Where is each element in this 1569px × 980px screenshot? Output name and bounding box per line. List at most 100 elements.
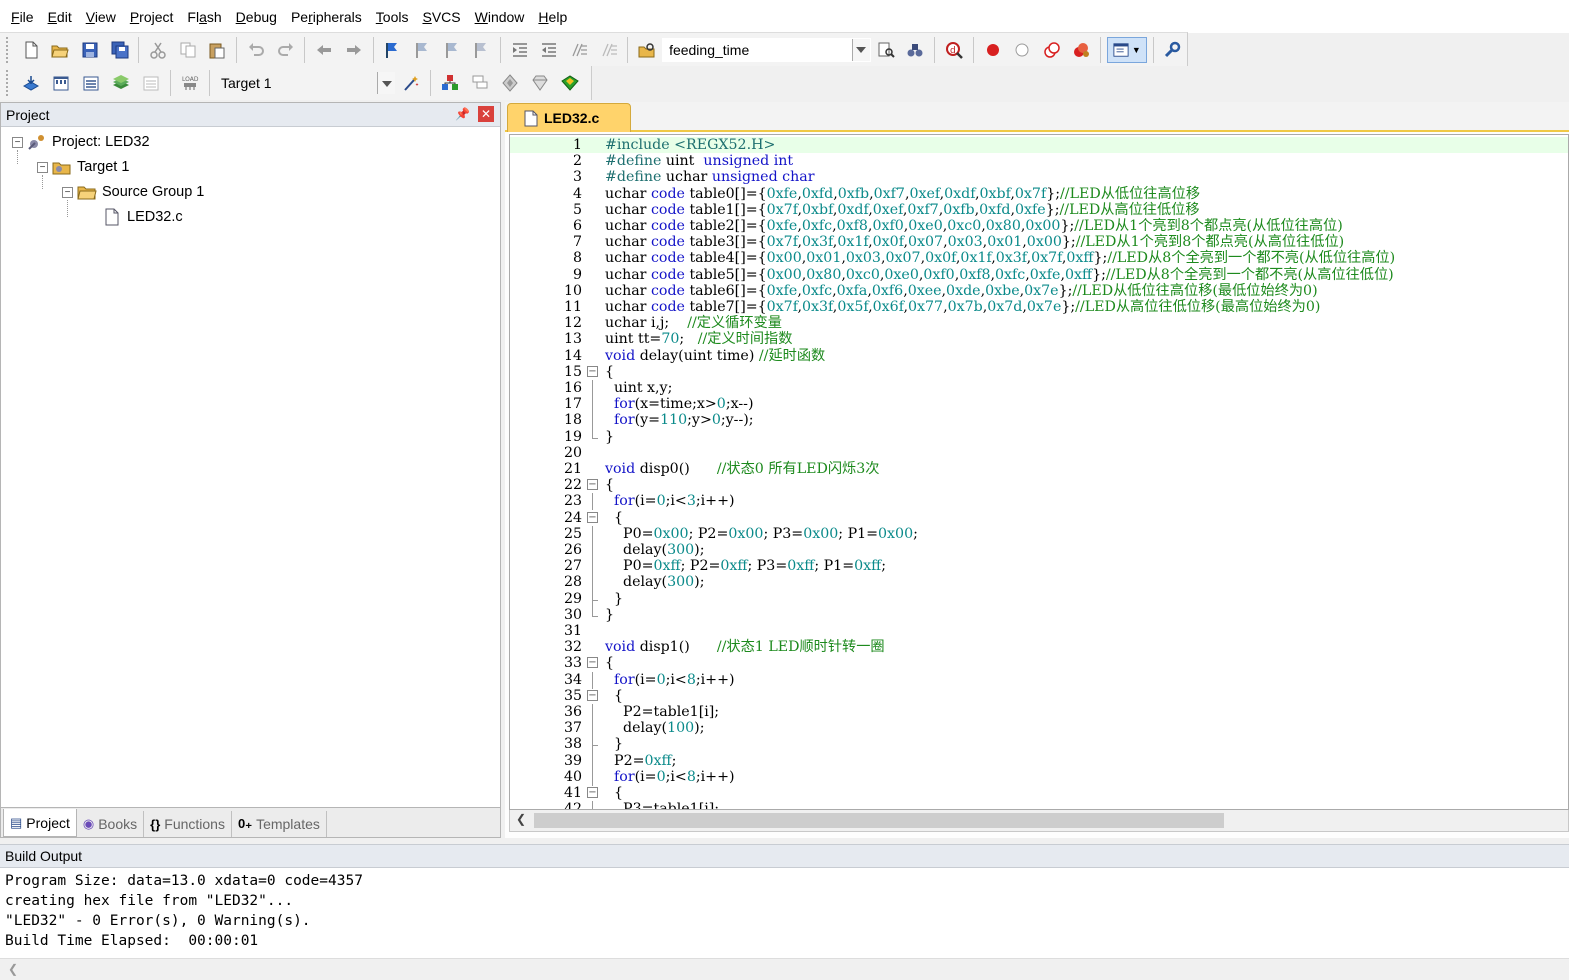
tab-templates[interactable]: 0₊ Templates [232,811,327,837]
find-in-files-button[interactable] [634,37,660,63]
fold-collapse-icon[interactable]: − [587,511,599,524]
menu-item[interactable]: Peripherals [284,9,369,25]
code-line[interactable]: 41− { [510,785,1568,801]
target-options-button[interactable] [398,70,424,96]
navigate-forward-button[interactable] [341,37,367,63]
menu-item[interactable]: Tools [369,9,416,25]
menu-item[interactable]: Help [531,9,574,25]
insert-bookmark-button[interactable] [380,37,406,63]
enable-breakpoint-button[interactable] [1009,37,1035,63]
find-combo[interactable]: feeding_time [662,37,871,62]
collapse-icon[interactable]: − [62,186,73,198]
find-button[interactable] [873,37,899,63]
code-line[interactable]: 7 uchar code table3[]={0x7f,0x3f,0x1f,0x0… [510,234,1568,250]
code-line[interactable]: 22−{ [510,477,1568,493]
code-line[interactable]: 29 } [510,590,1568,608]
code-line[interactable]: 16 uint x,y; [510,380,1568,397]
code-line[interactable]: 36 P2=table1[i]; [510,704,1568,721]
target-combo[interactable]: Target 1 [214,71,396,95]
comment-button[interactable] [566,37,592,63]
manage-components-button[interactable] [497,70,523,96]
code-line[interactable]: 26 delay(300); [510,542,1568,559]
menu-item[interactable]: File [4,9,41,25]
editor-tab-led32[interactable]: LED32.c [507,103,631,132]
toolbar-grip[interactable] [6,36,10,63]
incremental-find-button[interactable] [903,37,929,63]
code-line[interactable]: 6 uchar code table2[]={0xfe,0xfc,0xf8,0xf… [510,218,1568,234]
unindent-button[interactable] [537,37,563,63]
code-line[interactable]: 27 P0=0xff; P2=0xff; P3=0xff; P1=0xff; [510,558,1568,576]
batch-build-button[interactable] [108,70,134,96]
fold-collapse-icon[interactable]: − [587,787,599,799]
tab-functions[interactable]: {} Functions [144,811,232,837]
build-output-scrollbar[interactable]: ❮ [0,958,1569,980]
menu-item[interactable]: View [79,9,123,25]
code-line[interactable]: 32 void disp1() //状态1 LED顺时针转一圈 [510,639,1568,655]
code-line[interactable]: 17 for(x=time;x>0;x--) [510,396,1568,414]
menu-item[interactable]: Debug [229,9,284,25]
stop-build-button[interactable] [138,70,164,96]
code-line[interactable]: 42 P3=table1[i]; [510,801,1568,809]
code-line[interactable]: 24− { [510,510,1568,526]
chevron-down-icon[interactable] [851,38,870,61]
fold-collapse-icon[interactable]: − [587,365,599,378]
uncomment-button[interactable] [596,37,622,63]
code-line[interactable]: 3 #define uchar unsigned char [510,169,1568,185]
code-line[interactable]: 13 uint tt=70; //定义时间指数 [510,331,1568,347]
redo-button[interactable] [273,37,299,63]
menu-item[interactable]: Project [123,9,181,25]
navigate-back-button[interactable] [311,37,337,63]
code-line[interactable]: 38 } [510,736,1568,754]
close-icon[interactable]: ✕ [478,106,494,122]
undo-button[interactable] [243,37,269,63]
collapse-icon[interactable]: − [37,161,48,173]
menu-item[interactable]: Flash [180,9,228,25]
new-file-button[interactable] [18,37,44,63]
code-line[interactable]: 23 for(i=0;i<3;i++) [510,493,1568,511]
code-line[interactable]: 39 P2=0xff; [510,752,1568,770]
code-line[interactable]: 14 void delay(uint time) //延时函数 [510,348,1568,364]
code-line[interactable]: 31 [510,623,1568,639]
manage-project-items-button[interactable] [437,70,463,96]
pin-icon[interactable]: 📌 [455,107,470,121]
tree-item-project[interactable]: − Project: LED32 [12,131,150,153]
menu-item[interactable]: Window [468,9,532,25]
menu-item[interactable]: Edit [41,9,79,25]
tab-books[interactable]: ◉ Books [77,811,145,837]
insert-breakpoint-button[interactable] [980,37,1006,63]
clear-bookmarks-button[interactable] [468,37,494,63]
code-line[interactable]: 12 uchar i,j; //定义循环变量 [510,315,1568,331]
open-file-button[interactable] [48,37,74,63]
select-packs-button[interactable] [467,70,493,96]
code-line[interactable]: 9 uchar code table5[]={0x00,0x80,0xc0,0xe… [510,267,1568,283]
code-line[interactable]: 30} [510,606,1568,623]
code-line[interactable]: 1 #include <REGX52.H> [510,137,1568,154]
code-line[interactable]: 19} [510,428,1568,445]
translate-button[interactable] [18,70,44,96]
code-line[interactable]: 21 void disp0() //状态0 所有LED闪烁3次 [510,461,1568,477]
code-line[interactable]: 25 P0=0x00; P2=0x00; P3=0x00; P1=0x00; [510,525,1568,543]
fold-collapse-icon[interactable]: − [587,689,599,702]
scroll-left-icon[interactable]: ❮ [516,812,526,826]
tab-project[interactable]: ▤ Project [3,809,77,837]
code-line[interactable]: 11 uchar code table7[]={0x7f,0x3f,0x5f,0x… [510,299,1568,315]
kill-all-breakpoints-button[interactable] [1069,37,1095,63]
code-editor[interactable]: 1 #include <REGX52.H> 2 #define uint unsign… [509,134,1569,810]
tree-item-target[interactable]: − Target 1 [37,156,129,178]
editor-horizontal-scrollbar[interactable]: ❮ [509,810,1569,832]
fold-collapse-icon[interactable]: − [587,657,599,669]
code-line[interactable]: 10 uchar code table6[]={0xfe,0xfc,0xfa,0x… [510,283,1568,299]
pack-installer-button[interactable] [527,70,553,96]
next-bookmark-button[interactable] [439,37,465,63]
code-line[interactable]: 20 [510,445,1568,461]
indent-button[interactable] [507,37,533,63]
prev-bookmark-button[interactable] [409,37,435,63]
debug-session-button[interactable]: d [941,37,967,63]
code-line[interactable]: 8 uchar code table4[]={0x00,0x01,0x03,0x0… [510,250,1568,266]
code-line[interactable]: 37 delay(100); [510,720,1568,738]
cut-button[interactable] [145,37,171,63]
menu-item[interactable]: SVCS [415,9,467,25]
toolbar-grip[interactable] [6,70,10,96]
tree-item-source-group[interactable]: − Source Group 1 [62,181,204,203]
code-line[interactable]: 33−{ [510,655,1568,671]
